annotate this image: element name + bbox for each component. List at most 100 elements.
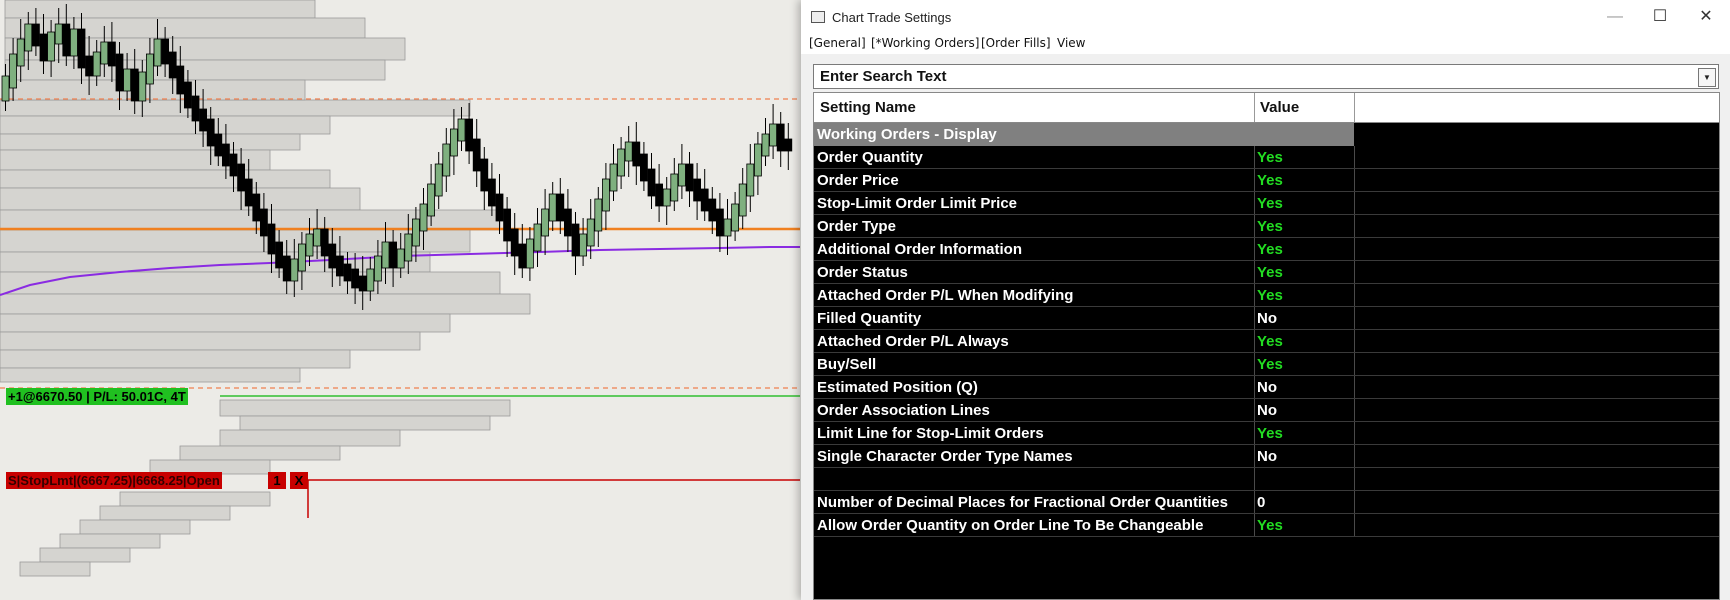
candle-body: [62, 23, 71, 57]
maximize-button[interactable]: ☐: [1637, 0, 1683, 34]
stop-order-close-button[interactable]: X: [290, 472, 308, 489]
candle-body: [640, 153, 648, 182]
cell-divider: [1354, 284, 1355, 307]
setting-row[interactable]: Attached Order P/L Always Yes: [814, 330, 1719, 353]
candle-body: [9, 53, 18, 89]
section-header-row[interactable]: Working Orders - Display: [814, 123, 1719, 146]
setting-value[interactable]: Yes: [1257, 241, 1283, 258]
cell-divider: [1354, 353, 1355, 376]
candle-body: [609, 163, 618, 192]
close-button[interactable]: ✕: [1683, 0, 1729, 34]
profile-bar: [0, 313, 451, 333]
candle-body: [487, 178, 496, 207]
setting-value[interactable]: Yes: [1257, 195, 1283, 212]
candle-body: [259, 208, 268, 237]
price-chart[interactable]: +1@6670.50 | P/L: 50.01C, 4T S|StopLmt|(…: [0, 0, 800, 600]
cell-divider: [1354, 169, 1355, 192]
setting-name: Order Quantity: [817, 149, 923, 166]
setting-value[interactable]: Yes: [1257, 333, 1283, 350]
chevron-down-icon[interactable]: ▼: [1698, 68, 1716, 87]
cell-divider: [1254, 514, 1255, 537]
candle-body: [617, 148, 625, 177]
column-divider[interactable]: [1254, 93, 1255, 122]
setting-value[interactable]: No: [1257, 310, 1277, 327]
setting-row[interactable]: Stop-Limit Order Limit Price Yes: [814, 192, 1719, 215]
setting-value[interactable]: No: [1257, 402, 1277, 419]
setting-row[interactable]: Order Type Yes: [814, 215, 1719, 238]
setting-row[interactable]: Limit Line for Stop-Limit Orders Yes: [814, 422, 1719, 445]
candle-body: [267, 223, 276, 255]
profile-bar: [0, 367, 301, 383]
candle-body: [700, 188, 709, 212]
setting-name: Additional Order Information: [817, 241, 1022, 258]
position-label[interactable]: +1@6670.50 | P/L: 50.01C, 4T: [6, 388, 188, 405]
candle-body: [297, 243, 306, 272]
setting-row[interactable]: Additional Order Information Yes: [814, 238, 1719, 261]
setting-value[interactable]: No: [1257, 379, 1277, 396]
candle-body: [130, 68, 139, 102]
setting-name: Filled Quantity: [817, 310, 922, 327]
search-text[interactable]: Enter Search Text: [820, 68, 946, 85]
setting-row[interactable]: Single Character Order Type Names No: [814, 445, 1719, 468]
setting-row[interactable]: Allow Order Quantity on Order Line To Be…: [814, 514, 1719, 537]
search-input[interactable]: Enter Search Text ▼: [813, 64, 1719, 89]
menu-general[interactable]: [General]: [809, 36, 866, 50]
setting-value[interactable]: Yes: [1257, 218, 1283, 235]
setting-value[interactable]: Yes: [1257, 172, 1283, 189]
setting-name: Buy/Sell: [817, 356, 877, 373]
setting-row[interactable]: Attached Order P/L When Modifying Yes: [814, 284, 1719, 307]
column-header-setting-name[interactable]: Setting Name: [820, 99, 916, 116]
stop-order-label[interactable]: S|StopLmt|(6667.25)|6668.25|Open: [6, 472, 222, 489]
column-divider[interactable]: [1354, 93, 1355, 122]
profile-bar: [0, 169, 331, 189]
candle-body: [161, 38, 170, 65]
setting-value[interactable]: No: [1257, 448, 1277, 465]
candle-body: [647, 168, 656, 197]
setting-value[interactable]: Yes: [1257, 149, 1283, 166]
setting-value[interactable]: Yes: [1257, 356, 1283, 373]
candle-body: [776, 123, 785, 152]
candle-body: [47, 31, 55, 62]
setting-row[interactable]: Buy/Sell Yes: [814, 353, 1719, 376]
setting-value[interactable]: Yes: [1257, 264, 1283, 281]
setting-row[interactable]: Estimated Position (Q) No: [814, 376, 1719, 399]
title-bar[interactable]: Chart Trade Settings — ☐ ✕: [801, 0, 1730, 34]
setting-row[interactable]: [814, 468, 1719, 491]
candle-body: [670, 173, 679, 202]
setting-row[interactable]: Order Price Yes: [814, 169, 1719, 192]
menu-working-orders[interactable]: [*Working Orders]: [871, 36, 979, 50]
candle-body: [320, 228, 329, 257]
cell-divider: [1254, 238, 1255, 261]
cell-divider: [1254, 284, 1255, 307]
candle-body: [495, 193, 504, 222]
menu-view[interactable]: View: [1057, 36, 1085, 50]
setting-value[interactable]: Yes: [1257, 287, 1283, 304]
setting-row[interactable]: Number of Decimal Places for Fractional …: [814, 491, 1719, 514]
candle-body: [282, 255, 291, 282]
setting-row[interactable]: Filled Quantity No: [814, 307, 1719, 330]
setting-value[interactable]: Yes: [1257, 517, 1283, 534]
cell-divider: [1354, 307, 1355, 330]
candle-body: [199, 108, 208, 132]
column-header-value[interactable]: Value: [1260, 99, 1299, 116]
settings-grid[interactable]: Setting Name Value Working Orders - Disp…: [813, 92, 1720, 600]
profile-bar: [0, 133, 301, 151]
setting-row[interactable]: Order Association Lines No: [814, 399, 1719, 422]
minimize-button[interactable]: —: [1592, 0, 1638, 34]
setting-value[interactable]: Yes: [1257, 425, 1283, 442]
candle-body: [533, 223, 542, 252]
setting-row[interactable]: Order Status Yes: [814, 261, 1719, 284]
cell-divider: [1254, 491, 1255, 514]
profile-bar: [219, 429, 401, 447]
setting-row[interactable]: Order Quantity Yes: [814, 146, 1719, 169]
menu-order-fills[interactable]: [Order Fills]: [981, 36, 1051, 50]
candle-body: [176, 65, 185, 95]
candle-body: [503, 208, 512, 242]
profile-bar: [0, 99, 471, 117]
candle-body: [678, 163, 686, 187]
cell-divider: [1354, 468, 1355, 491]
candle-body: [221, 143, 230, 167]
setting-value[interactable]: 0: [1257, 494, 1265, 511]
row-divider: [814, 536, 1719, 537]
stop-order-quantity[interactable]: 1: [268, 472, 286, 489]
